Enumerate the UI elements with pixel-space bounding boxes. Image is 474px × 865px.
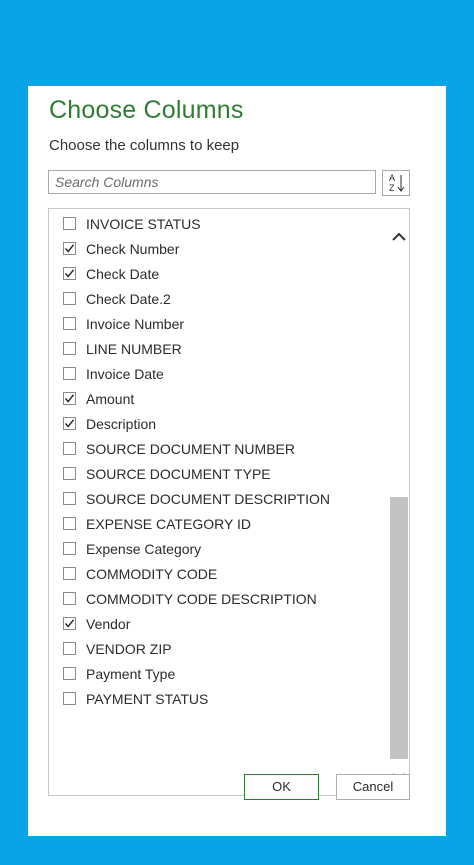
checkmark-icon <box>64 419 75 428</box>
column-item[interactable]: Invoice Date <box>63 361 164 386</box>
column-item[interactable]: SOURCE DOCUMENT DESCRIPTION <box>63 486 330 511</box>
svg-text:Z: Z <box>389 183 395 193</box>
column-item[interactable]: COMMODITY CODE DESCRIPTION <box>63 586 317 611</box>
column-label: Invoice Number <box>86 315 185 332</box>
column-checkbox[interactable] <box>63 367 76 380</box>
column-label: Check Date.2 <box>86 290 171 307</box>
column-label: Vendor <box>86 615 131 632</box>
column-checkbox[interactable] <box>63 642 76 655</box>
column-list[interactable]: INVOICE STATUS Check Number Check Date Chec… <box>48 208 410 796</box>
column-checkbox[interactable] <box>63 592 76 605</box>
column-item[interactable]: EXPENSE CATEGORY ID <box>63 511 251 536</box>
column-item[interactable]: Description <box>63 411 156 436</box>
column-checkbox[interactable] <box>63 392 76 405</box>
column-item[interactable]: SOURCE DOCUMENT NUMBER <box>63 436 295 461</box>
column-item[interactable]: Check Number <box>63 236 179 261</box>
column-checkbox[interactable] <box>63 217 76 230</box>
checkmark-icon <box>64 244 75 253</box>
chevron-up-icon <box>392 232 406 241</box>
column-label: PAYMENT STATUS <box>86 690 209 707</box>
column-item[interactable]: SOURCE DOCUMENT TYPE <box>63 461 271 486</box>
checkmark-icon <box>64 619 75 628</box>
column-label: COMMODITY CODE <box>86 565 218 582</box>
column-item[interactable]: COMMODITY CODE <box>63 561 217 586</box>
column-label: Amount <box>86 390 135 407</box>
column-checkbox[interactable] <box>63 467 76 480</box>
column-checkbox[interactable] <box>63 292 76 305</box>
column-label: Expense Category <box>86 540 202 557</box>
column-label: Invoice Date <box>86 365 164 382</box>
dialog-subtitle: Choose the columns to keep <box>49 137 240 154</box>
column-label: SOURCE DOCUMENT TYPE <box>86 465 271 482</box>
sort-button[interactable]: A Z <box>382 170 410 196</box>
choose-columns-dialog: Choose Columns Choose the columns to kee… <box>28 86 446 836</box>
ok-button[interactable]: OK <box>244 774 319 800</box>
scroll-up-button[interactable] <box>391 229 407 245</box>
sort-az-icon: A Z <box>389 173 405 193</box>
column-checkbox[interactable] <box>63 692 76 705</box>
column-label: Check Number <box>86 240 180 257</box>
column-item[interactable]: VENDOR ZIP <box>63 636 172 661</box>
scrollbar-thumb[interactable] <box>390 497 408 759</box>
checkmark-icon <box>64 394 75 403</box>
column-item[interactable]: Check Date <box>63 261 159 286</box>
cancel-button[interactable]: Cancel <box>336 774 410 800</box>
column-item[interactable]: LINE NUMBER <box>63 336 182 361</box>
checkmark-icon <box>64 269 75 278</box>
column-label: Payment Type <box>86 665 176 682</box>
svg-text:A: A <box>389 173 395 183</box>
column-label: SOURCE DOCUMENT DESCRIPTION <box>86 490 330 507</box>
column-item[interactable]: Amount <box>63 386 134 411</box>
column-item[interactable]: Invoice Number <box>63 311 184 336</box>
dialog-title: Choose Columns <box>49 96 244 124</box>
search-columns-input[interactable]: Search Columns <box>48 170 376 194</box>
scrollbar[interactable] <box>389 209 409 795</box>
column-label: INVOICE STATUS <box>86 215 201 232</box>
column-checkbox[interactable] <box>63 417 76 430</box>
column-checkbox[interactable] <box>63 517 76 530</box>
column-item[interactable]: Expense Category <box>63 536 201 561</box>
column-label: LINE NUMBER <box>86 340 182 357</box>
column-checkbox[interactable] <box>63 267 76 280</box>
column-item[interactable]: Check Date.2 <box>63 286 171 311</box>
column-label: VENDOR ZIP <box>86 640 172 657</box>
column-checkbox[interactable] <box>63 242 76 255</box>
column-label: Check Date <box>86 265 160 282</box>
column-label: SOURCE DOCUMENT NUMBER <box>86 440 295 457</box>
column-label: Description <box>86 415 157 432</box>
column-item[interactable]: Payment Type <box>63 661 175 686</box>
column-label: EXPENSE CATEGORY ID <box>86 515 251 532</box>
column-label: COMMODITY CODE DESCRIPTION <box>86 590 317 607</box>
column-checkbox[interactable] <box>63 342 76 355</box>
column-checkbox[interactable] <box>63 667 76 680</box>
column-checkbox[interactable] <box>63 442 76 455</box>
column-checkbox[interactable] <box>63 617 76 630</box>
column-item[interactable]: INVOICE STATUS <box>63 211 201 236</box>
column-item[interactable]: PAYMENT STATUS <box>63 686 208 711</box>
column-checkbox[interactable] <box>63 317 76 330</box>
column-checkbox[interactable] <box>63 492 76 505</box>
column-checkbox[interactable] <box>63 542 76 555</box>
column-item[interactable]: Vendor <box>63 611 130 636</box>
column-checkbox[interactable] <box>63 567 76 580</box>
